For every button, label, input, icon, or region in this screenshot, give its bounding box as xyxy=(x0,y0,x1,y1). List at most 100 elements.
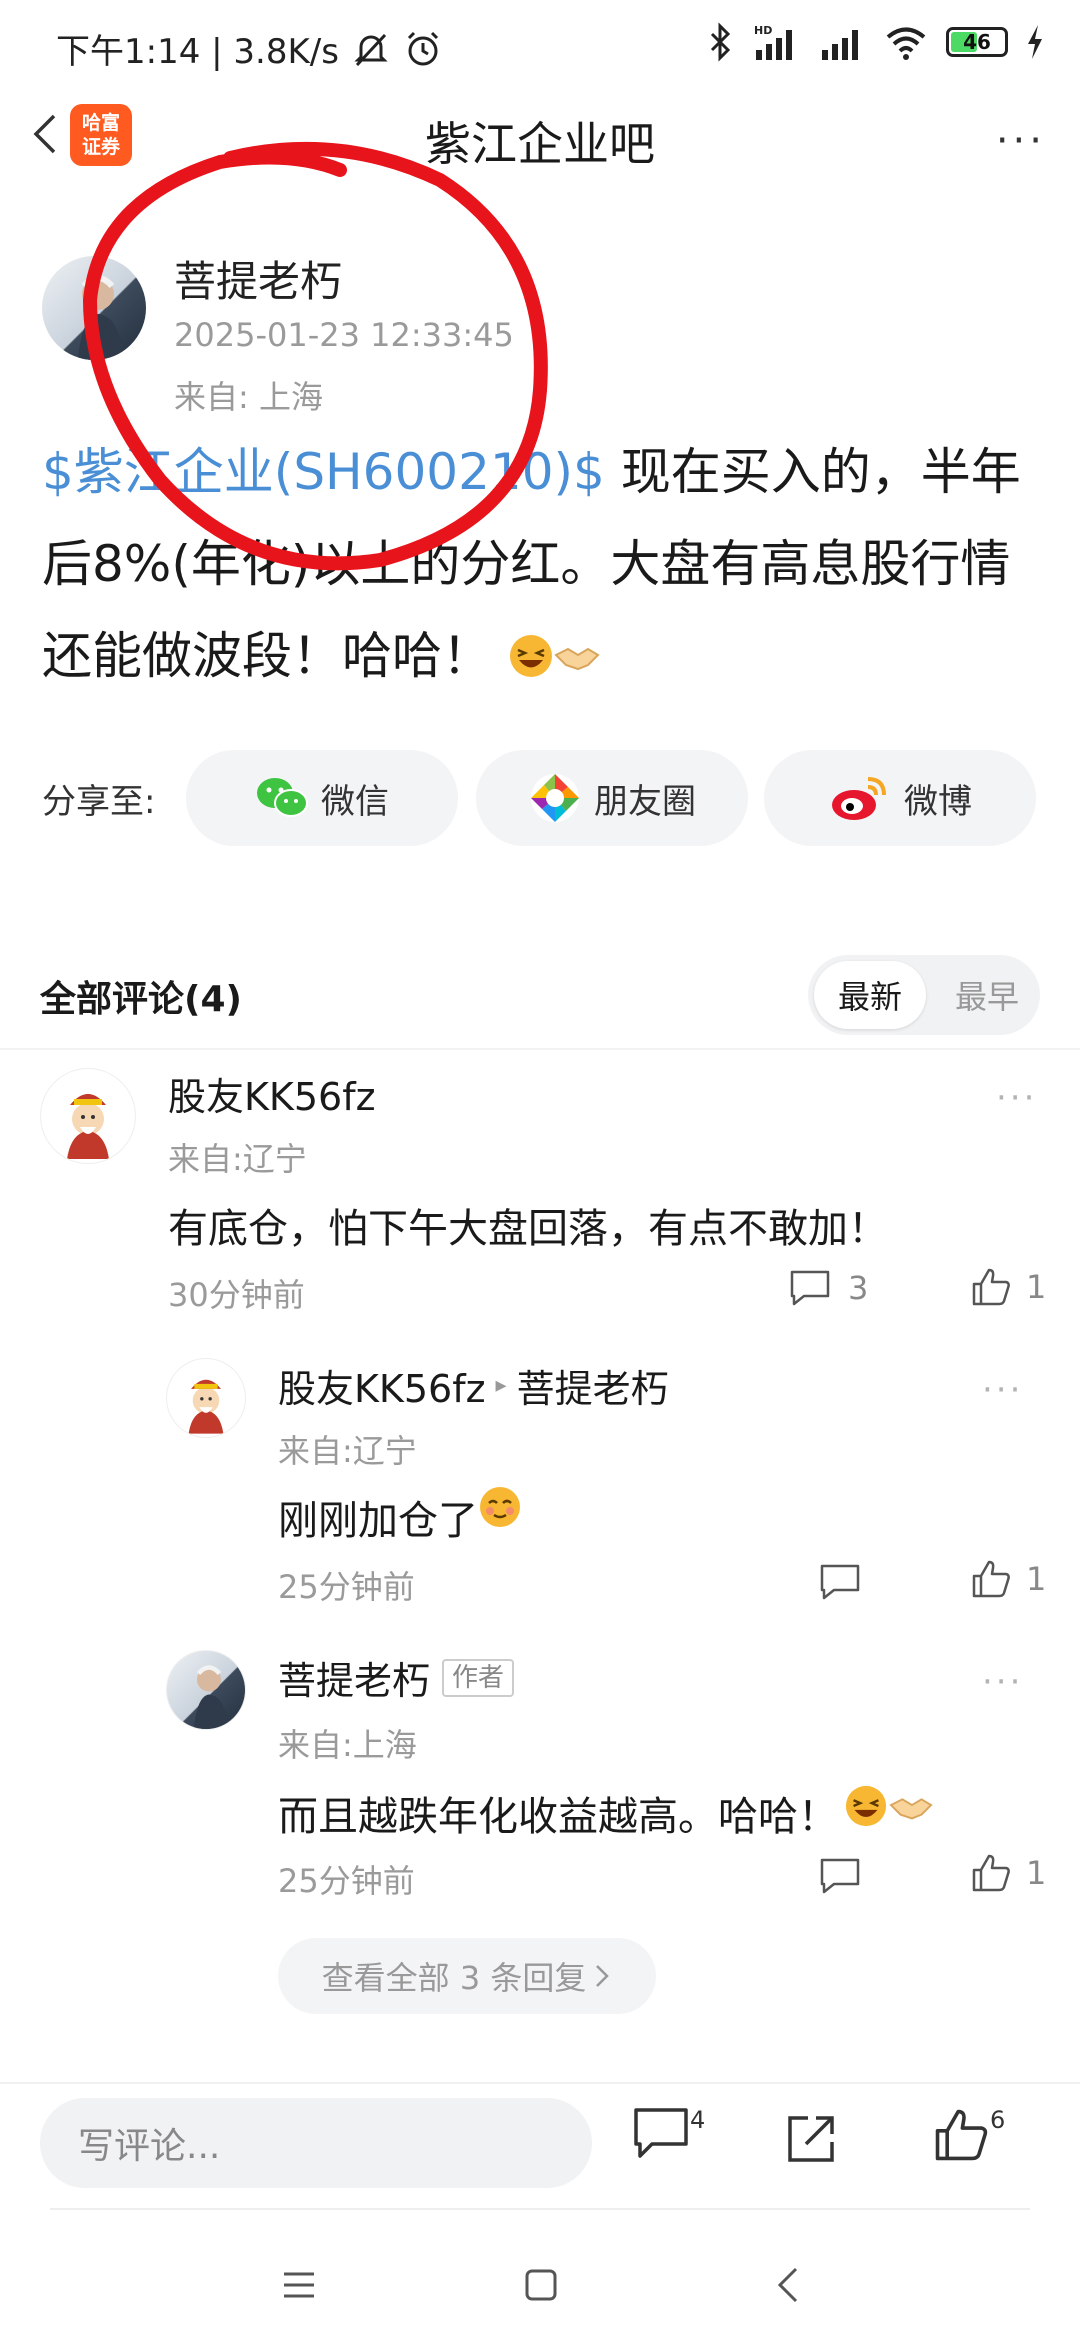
moments-icon xyxy=(531,774,579,822)
share-icon xyxy=(788,2116,834,2162)
comments-title: 全部评论(4) xyxy=(40,979,242,1020)
thumbs-up-icon xyxy=(972,1854,1010,1892)
reply-comment-button[interactable] xyxy=(818,1562,862,1606)
share-moments-label: 朋友圈 xyxy=(594,781,696,822)
share-wechat-button[interactable]: 微信 xyxy=(186,750,458,846)
menu-icon xyxy=(284,2272,314,2298)
status-left: 下午1:14 | 3.8K/s xyxy=(56,24,443,73)
status-bar: 下午1:14 | 3.8K/s HD 46 xyxy=(0,0,1080,96)
reply-text: 刚刚加仓了 xyxy=(278,1498,478,1544)
home-square-icon xyxy=(525,2269,557,2301)
share-wechat-label: 微信 xyxy=(321,781,389,822)
sort-earliest-tab[interactable]: 最早 xyxy=(938,961,1036,1029)
comment-reply-button[interactable]: 3 xyxy=(788,1268,868,1308)
divider xyxy=(0,1048,1080,1050)
svg-text:HD: HD xyxy=(754,24,772,37)
comment-like-button[interactable]: 1 xyxy=(970,1266,1046,1308)
reply-comment-button[interactable] xyxy=(818,1856,862,1900)
reply-header: 股友KK56fz ▸ 菩提老朽 xyxy=(278,1358,669,1413)
comment-bubble-icon xyxy=(820,1564,860,1600)
comment-more-button[interactable]: ··· xyxy=(996,1078,1037,1118)
like-count-badge: 6 xyxy=(990,2106,1006,2134)
reply-author-name[interactable]: 菩提老朽 xyxy=(278,1650,430,1705)
comment-bubble-icon xyxy=(634,2108,688,2158)
reply-location: 来自:辽宁 xyxy=(278,1432,417,1470)
reply-text-row: 刚刚加仓了 xyxy=(278,1487,522,1546)
laughing-emoji-icon xyxy=(845,1785,887,1827)
reply-more-button[interactable]: ··· xyxy=(982,1370,1023,1410)
like-count: 1 xyxy=(1026,1560,1047,1598)
sort-latest-tab[interactable]: 最新 xyxy=(814,961,926,1029)
reply-more-button[interactable]: ··· xyxy=(982,1662,1023,1702)
reply-time: 25分钟前 xyxy=(278,1862,415,1900)
more-options-button[interactable]: ··· xyxy=(996,118,1046,164)
reply-time: 25分钟前 xyxy=(278,1568,415,1606)
handshake-emoji-icon xyxy=(554,647,600,671)
share-weibo-label: 微博 xyxy=(904,781,972,822)
reply-count: 3 xyxy=(848,1269,869,1307)
bell-muted-icon xyxy=(354,33,388,66)
reply-location: 来自:上海 xyxy=(278,1726,417,1764)
like-count: 1 xyxy=(1026,1268,1047,1306)
view-all-replies-label: 查看全部 3 条回复 xyxy=(321,1959,587,1997)
person-portrait-icon xyxy=(78,275,124,360)
fortune-god-avatar-icon xyxy=(188,1379,224,1434)
weibo-icon xyxy=(832,777,886,820)
status-time-speed: 下午1:14 | 3.8K/s xyxy=(56,32,339,72)
like-post-button[interactable]: 6 xyxy=(932,2106,1005,2164)
battery-level: 46 xyxy=(963,30,991,54)
comment-bubble-icon xyxy=(790,1270,830,1306)
alarm-icon xyxy=(407,31,439,65)
bluetooth-icon xyxy=(710,22,731,62)
chevron-right-icon xyxy=(596,1965,610,1987)
share-button[interactable] xyxy=(784,2112,838,2170)
post-timestamp: 2025-01-23 12:33:45 xyxy=(174,316,514,354)
fortune-god-avatar-icon xyxy=(67,1094,109,1159)
thumbs-up-icon xyxy=(972,1268,1010,1306)
chevron-left-icon xyxy=(777,2267,798,2303)
reply-to-name[interactable]: 菩提老朽 xyxy=(517,1358,669,1413)
reply-author-name[interactable]: 股友KK56fz xyxy=(278,1358,486,1413)
comment-time: 30分钟前 xyxy=(168,1276,305,1314)
nav-home-button[interactable] xyxy=(524,2268,558,2306)
comment-input[interactable]: 写评论... xyxy=(40,2098,592,2188)
share-weibo-button[interactable]: 微博 xyxy=(764,750,1036,846)
comments-button[interactable]: 4 xyxy=(632,2106,705,2162)
thumbs-up-icon xyxy=(935,2109,988,2161)
post-body: $紫江企业(SH600210)$ 现在买入的，半年后8%(年化)以上的分红。大盘… xyxy=(42,426,1042,702)
handshake-emoji-icon xyxy=(889,1798,933,1820)
share-moments-button[interactable]: 朋友圈 xyxy=(476,750,748,846)
view-all-replies-button[interactable]: 查看全部 3 条回复 xyxy=(278,1938,656,2014)
post-location: 来自: 上海 xyxy=(174,378,323,416)
thumbs-up-icon xyxy=(972,1560,1010,1598)
wechat-icon xyxy=(257,778,308,817)
reply-like-button[interactable]: 1 xyxy=(970,1558,1046,1600)
reply-arrow-icon: ▸ xyxy=(495,1373,507,1398)
commenter-name[interactable]: 股友KK56fz xyxy=(168,1066,376,1121)
charging-icon xyxy=(1028,25,1042,59)
reply-header: 菩提老朽 作者 xyxy=(278,1650,515,1705)
author-name[interactable]: 菩提老朽 xyxy=(174,248,342,309)
comment-location: 来自:辽宁 xyxy=(168,1140,307,1178)
status-right: HD 46 xyxy=(708,22,1044,62)
battery-icon: 46 xyxy=(946,27,1008,57)
nav-menu-button[interactable] xyxy=(282,2270,316,2304)
share-label: 分享至: xyxy=(42,782,156,822)
blush-emoji-icon xyxy=(480,1487,520,1527)
reply-text-row: 而且越跌年化收益越高。哈哈！ xyxy=(278,1784,934,1842)
author-tag-badge: 作者 xyxy=(442,1658,515,1697)
reply-like-button[interactable]: 1 xyxy=(970,1852,1046,1894)
commenter-avatar[interactable] xyxy=(40,1068,136,1164)
comment-text: 有底仓，怕下午大盘回落，有点不敢加！ xyxy=(168,1206,888,1252)
signal-icon xyxy=(822,30,858,60)
reply-text: 而且越跌年化收益越高。哈哈！ xyxy=(278,1794,838,1840)
system-nav-bar xyxy=(0,2210,1080,2340)
comment-bubble-icon xyxy=(820,1858,860,1894)
nav-back-button[interactable] xyxy=(776,2266,800,2308)
reply-avatar[interactable] xyxy=(166,1358,246,1438)
page-title: 紫江企业吧 xyxy=(425,117,655,171)
author-avatar[interactable] xyxy=(42,256,146,360)
stock-tag-link[interactable]: $紫江企业(SH600210)$ xyxy=(42,443,605,501)
person-portrait-icon xyxy=(194,1665,229,1729)
reply-avatar[interactable] xyxy=(166,1650,246,1730)
